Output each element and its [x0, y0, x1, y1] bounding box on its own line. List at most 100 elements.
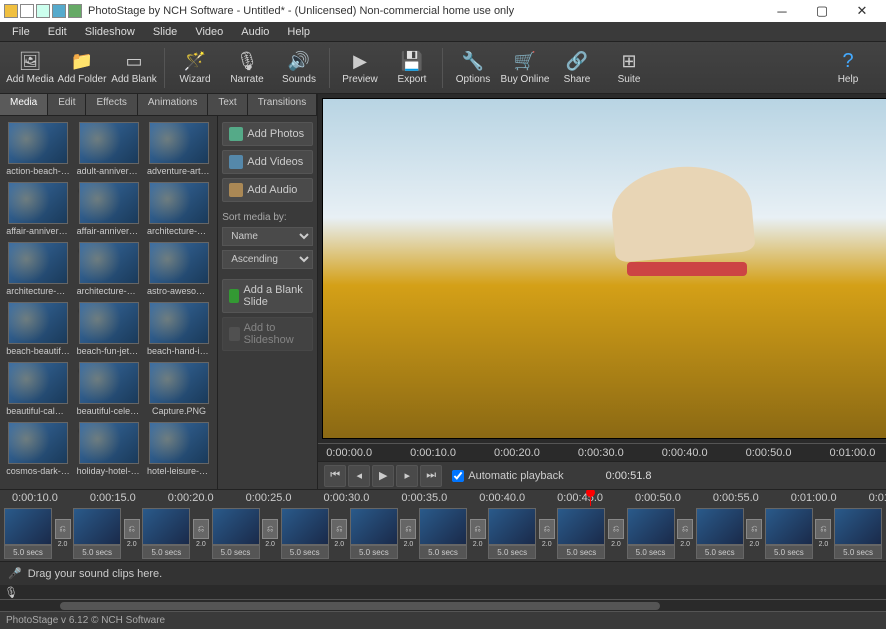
timeline-clip[interactable]: 5.0 secs	[350, 508, 398, 559]
transition[interactable]: ⎌2.0	[261, 508, 280, 559]
narration-track[interactable]: 🎙	[0, 585, 886, 599]
timeline-clips[interactable]: 5.0 secs⎌2.05.0 secs⎌2.05.0 secs⎌2.05.0 …	[0, 506, 886, 561]
tab-text[interactable]: Text	[208, 94, 247, 115]
media-thumb[interactable]: ✔affair-anniversary…	[76, 182, 140, 236]
transition[interactable]: ⎌2.0	[814, 508, 833, 559]
menu-help[interactable]: Help	[279, 24, 318, 40]
add-folder-icon: 📁	[71, 50, 93, 72]
toolbar-add-blank[interactable]: ▭Add Blank	[108, 44, 160, 92]
media-thumb[interactable]: ✔affair-anniversary…	[6, 182, 70, 236]
tab-media[interactable]: Media	[0, 94, 48, 115]
play-button[interactable]: ▶	[372, 465, 394, 487]
maximize-button[interactable]: ▢	[802, 0, 842, 22]
toolbar-buy-online[interactable]: 🛒Buy Online	[499, 44, 551, 92]
toolbar-sounds[interactable]: 🔊Sounds	[273, 44, 325, 92]
tab-effects[interactable]: Effects	[86, 94, 137, 115]
media-thumb[interactable]: ✔beach-beautiful-bi…	[6, 302, 70, 356]
transition[interactable]: ⎌2.0	[537, 508, 556, 559]
add-to-slideshow-button[interactable]: Add to Slideshow	[222, 317, 313, 351]
menu-video[interactable]: Video	[187, 24, 231, 40]
media-thumb[interactable]: ✔beautiful-celebrati…	[76, 362, 140, 416]
timeline-clip[interactable]: 5.0 secs	[834, 508, 882, 559]
menu-edit[interactable]: Edit	[40, 24, 75, 40]
media-thumb[interactable]: Capture.PNG	[147, 362, 211, 416]
tab-animations[interactable]: Animations	[138, 94, 208, 115]
media-thumb[interactable]: ✔hotel-leisure-palm-…	[147, 422, 211, 476]
menu-slide[interactable]: Slide	[145, 24, 185, 40]
goto-start-button[interactable]: ⏮	[324, 465, 346, 487]
transition[interactable]: ⎌2.0	[745, 508, 764, 559]
goto-end-button[interactable]: ⏭	[420, 465, 442, 487]
add-audio-button[interactable]: Add Audio	[222, 178, 313, 202]
timeline-clip[interactable]: 5.0 secs	[696, 508, 744, 559]
toolbar-options[interactable]: 🔧Options	[447, 44, 499, 92]
audio-track[interactable]: 🎤 Drag your sound clips here.	[0, 561, 886, 585]
media-thumb[interactable]: ✔architecture-ballo…	[147, 182, 211, 236]
toolbar-share[interactable]: 🔗Share	[551, 44, 603, 92]
media-thumb[interactable]: ✔cosmos-dark-eveni…	[6, 422, 70, 476]
timeline-clip[interactable]: 5.0 secs	[419, 508, 467, 559]
menu-file[interactable]: File	[4, 24, 38, 40]
toolbar-narrate[interactable]: 🎙Narrate	[221, 44, 273, 92]
media-thumb[interactable]: adventure-art-ball…	[147, 122, 211, 176]
menu-audio[interactable]: Audio	[233, 24, 277, 40]
transition-icon: ⎌	[55, 519, 71, 539]
playback-controls: ⏮ ◂ ▶ ▸ ⏭ Automatic playback 0:00:51.8 ✂…	[318, 461, 886, 489]
prev-button[interactable]: ◂	[348, 465, 370, 487]
transition[interactable]: ⎌2.0	[122, 508, 141, 559]
transition[interactable]: ⎌2.0	[191, 508, 210, 559]
help-button[interactable]: ?Help	[822, 44, 874, 92]
toolbar-add-folder[interactable]: 📁Add Folder	[56, 44, 108, 92]
timeline-clip[interactable]: 5.0 secs	[4, 508, 52, 559]
auto-playback-checkbox[interactable]: Automatic playback	[452, 470, 563, 482]
timeline-clip[interactable]: 5.0 secs	[627, 508, 675, 559]
media-thumbnails: action-beach-care…adult-anniversary…adve…	[0, 116, 217, 489]
add-blank-slide-button[interactable]: Add a Blank Slide	[222, 279, 313, 313]
share-icon: 🔗	[566, 50, 588, 72]
wizard-icon: 🪄	[184, 50, 206, 72]
sort-dir-select[interactable]: Ascending	[222, 250, 313, 269]
preview-canvas[interactable]	[322, 98, 886, 439]
minimize-button[interactable]: ─	[762, 0, 802, 22]
media-thumb[interactable]: ✔beautiful-calm-clo…	[6, 362, 70, 416]
add-videos-button[interactable]: Add Videos	[222, 150, 313, 174]
transition[interactable]: ⎌2.0	[53, 508, 72, 559]
media-thumb[interactable]: ✔beach-hand-ice-cr…	[147, 302, 211, 356]
playhead[interactable]	[590, 490, 591, 506]
timeline-clip[interactable]: 5.0 secs	[557, 508, 605, 559]
preview-ruler[interactable]: 0:00:00.00:00:10.00:00:20.00:00:30.00:00…	[318, 443, 886, 461]
transition[interactable]: ⎌2.0	[468, 508, 487, 559]
timeline-clip[interactable]: 5.0 secs	[142, 508, 190, 559]
timeline-clip[interactable]: 5.0 secs	[765, 508, 813, 559]
toolbar-export[interactable]: 💾Export	[386, 44, 438, 92]
media-thumb[interactable]: ✔beach-fun-jet-ski-…	[76, 302, 140, 356]
toolbar-add-media[interactable]: 🖼Add Media	[4, 44, 56, 92]
sort-by-select[interactable]: Name	[222, 227, 313, 246]
timeline-clip[interactable]: 5.0 secs	[281, 508, 329, 559]
transition[interactable]: ⎌2.0	[676, 508, 695, 559]
media-thumb[interactable]: action-beach-care…	[6, 122, 70, 176]
timeline-scrollbar[interactable]	[0, 599, 886, 611]
media-thumb[interactable]: ✔architecture-buildi…	[76, 242, 140, 296]
toolbar-suite[interactable]: ⊞Suite	[603, 44, 655, 92]
next-button[interactable]: ▸	[396, 465, 418, 487]
tab-transitions[interactable]: Transitions	[248, 94, 318, 115]
toolbar-wizard[interactable]: 🪄Wizard	[169, 44, 221, 92]
timeline-clip[interactable]: 5.0 secs	[488, 508, 536, 559]
add-photos-button[interactable]: Add Photos	[222, 122, 313, 146]
media-thumb[interactable]: adult-anniversary…	[76, 122, 140, 176]
timeline-ruler[interactable]: 0:00:10.00:00:15.00:00:20.00:00:25.00:00…	[0, 490, 886, 506]
transition[interactable]: ⎌2.0	[330, 508, 349, 559]
add-blank-icon: ▭	[123, 50, 145, 72]
transition[interactable]: ⎌2.0	[606, 508, 625, 559]
media-thumb[interactable]: ✔holiday-hotel-las-v…	[76, 422, 140, 476]
transition[interactable]: ⎌2.0	[399, 508, 418, 559]
timeline-clip[interactable]: 5.0 secs	[73, 508, 121, 559]
timeline-clip[interactable]: 5.0 secs	[212, 508, 260, 559]
media-thumb[interactable]: ✔architecture-barg…	[6, 242, 70, 296]
close-button[interactable]: ✕	[842, 0, 882, 22]
toolbar-preview[interactable]: ▶Preview	[334, 44, 386, 92]
tab-edit[interactable]: Edit	[48, 94, 86, 115]
menu-slideshow[interactable]: Slideshow	[77, 24, 143, 40]
media-thumb[interactable]: ✔astro-awesome-bl…	[147, 242, 211, 296]
